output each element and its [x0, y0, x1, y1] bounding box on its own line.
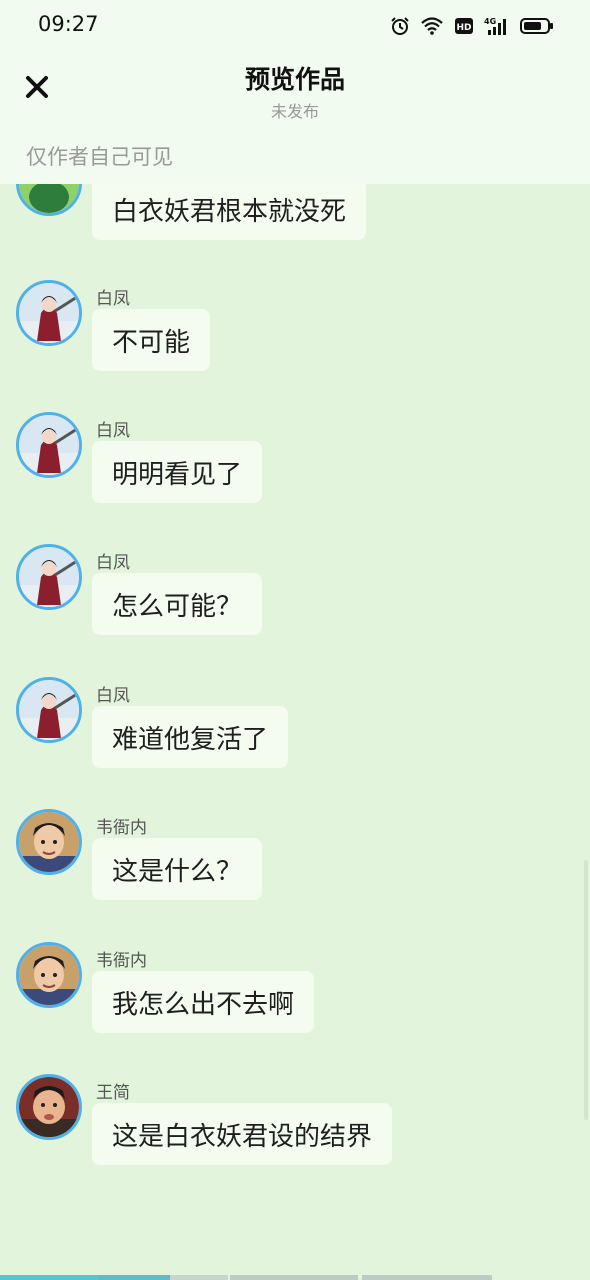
header: 09:27 HD 4G 预览作品 未发布 仅作者自己可见: [0, 0, 590, 184]
message-bubble: 白衣妖君根本就没死: [92, 178, 367, 240]
progress-segment: [362, 1275, 492, 1280]
message-bubble: 明明看见了: [92, 441, 263, 503]
baifeng-avatar[interactable]: [16, 412, 82, 478]
svg-text:4G: 4G: [484, 17, 496, 26]
sender-name: 白凤: [96, 289, 130, 309]
progress-indicator: [0, 1275, 590, 1280]
progress-segment: [170, 1275, 228, 1280]
svg-text:HD: HD: [456, 23, 471, 33]
wifi-icon: [420, 16, 444, 36]
signal-4g-icon: 4G: [484, 16, 510, 36]
message-bubble: 不可能: [92, 309, 211, 371]
sender-name: 韦衙内: [96, 818, 147, 838]
sender-name: 韦衙内: [96, 951, 147, 971]
sender-name: 白凤: [96, 553, 130, 573]
status-icons: HD 4G: [390, 14, 554, 38]
weiyanei-avatar[interactable]: [16, 809, 82, 875]
progress-segment: [0, 1275, 98, 1280]
chat-area: 白衣妖君根本就没死 白凤 不可能 白凤 明明看见了 白凤 怎么可能？ 白凤 难道…: [0, 0, 590, 1280]
status-time: 09:27: [38, 12, 99, 36]
hd-icon: HD: [454, 16, 474, 36]
progress-segment: [98, 1275, 170, 1280]
baifeng-avatar[interactable]: [16, 280, 82, 346]
sender-name: 白凤: [96, 421, 130, 441]
sender-name: 王简: [96, 1083, 130, 1103]
scrollbar[interactable]: [584, 860, 588, 1120]
visibility-note: 仅作者自己可见: [26, 145, 173, 169]
publish-status: 未发布: [270, 102, 319, 121]
status-bar: 09:27 HD 4G: [0, 0, 590, 52]
alarm-icon: [390, 16, 410, 36]
wangjian-avatar[interactable]: [16, 1074, 82, 1140]
weiyanei-avatar[interactable]: [16, 942, 82, 1008]
baifeng-avatar[interactable]: [16, 677, 82, 743]
message-bubble: 这是白衣妖君设的结界: [92, 1103, 393, 1165]
progress-segment: [230, 1275, 358, 1280]
message-bubble: 我怎么出不去啊: [92, 971, 315, 1033]
battery-icon: [520, 16, 554, 36]
message-bubble: 难道他复活了: [92, 706, 289, 768]
message-bubble: 怎么可能？: [92, 573, 263, 635]
baifeng-avatar[interactable]: [16, 544, 82, 610]
message-bubble: 这是什么？: [92, 838, 263, 900]
page-title: 预览作品: [244, 65, 345, 94]
sender-name: 白凤: [96, 686, 130, 706]
